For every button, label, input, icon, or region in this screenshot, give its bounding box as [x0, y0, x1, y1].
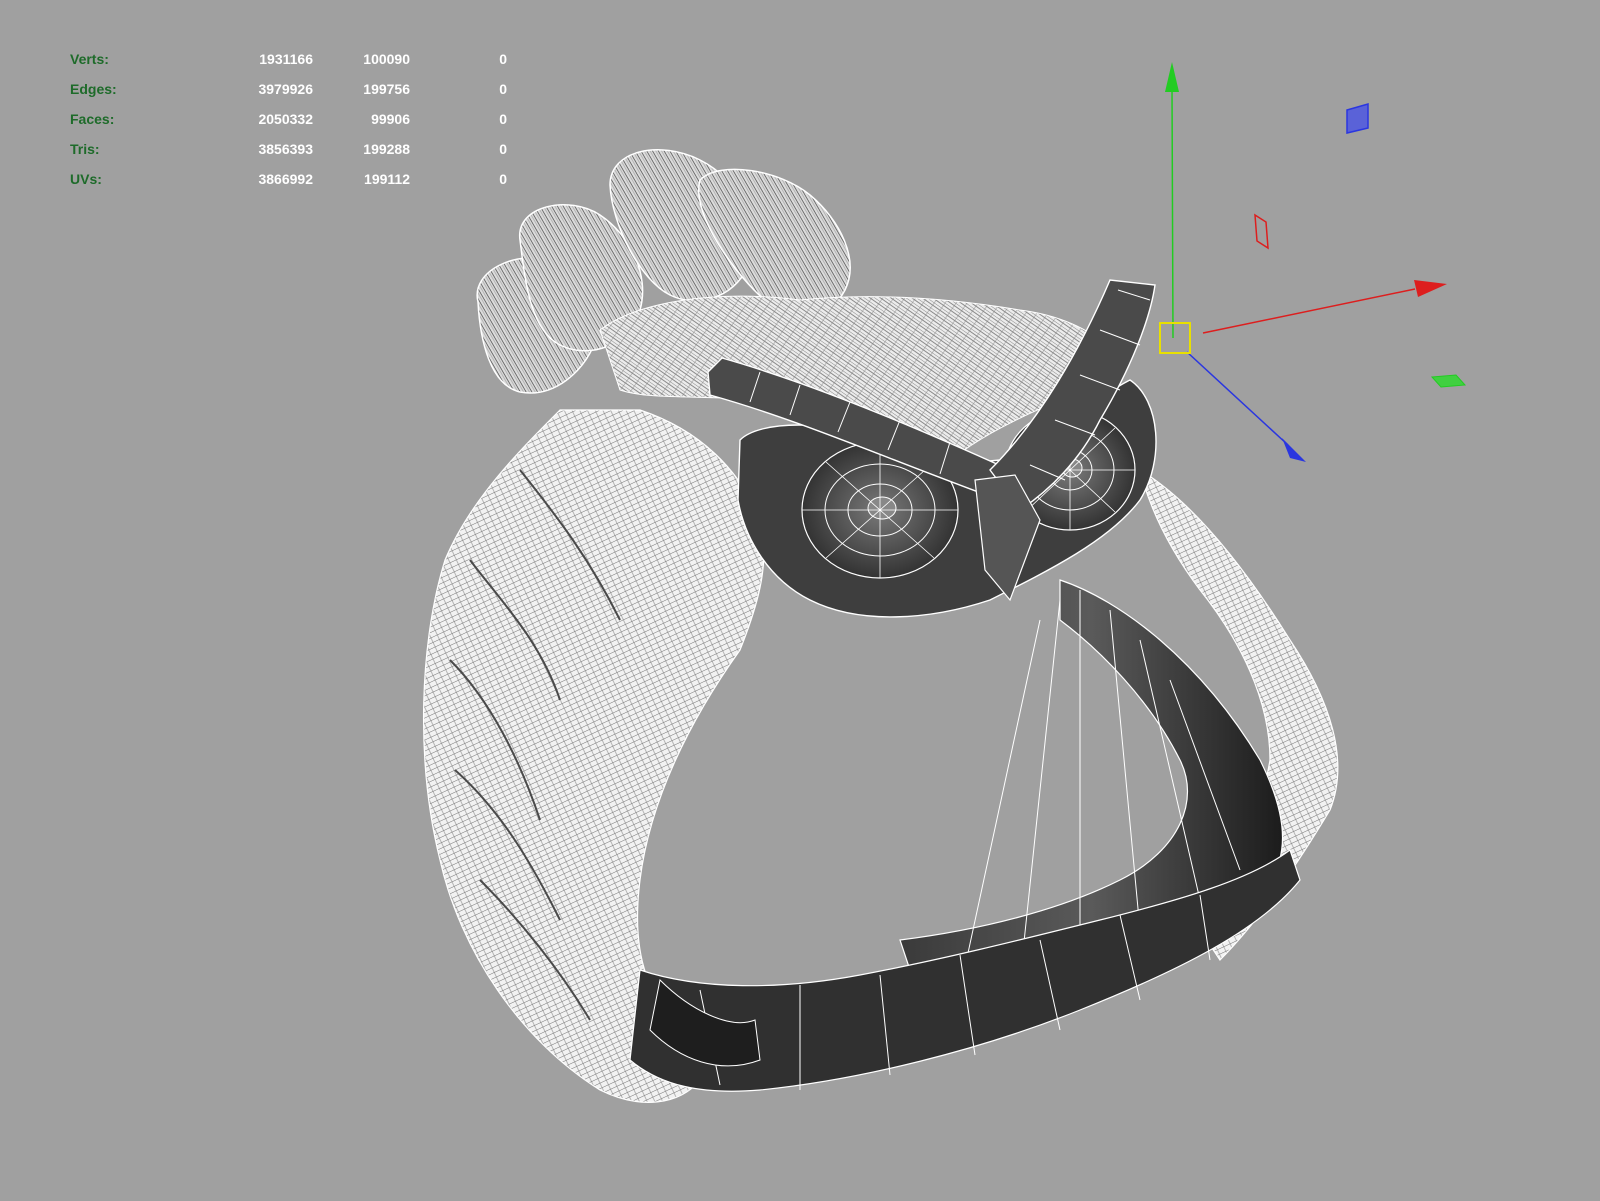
hud-row: Edges: 3979926 199756 0 — [70, 74, 507, 104]
hud-row: Faces: 2050332 99906 0 — [70, 104, 507, 134]
hud-total-value: 3979926 — [258, 81, 313, 97]
hud-third-value: 0 — [499, 51, 507, 67]
x-axis-handle[interactable] — [1202, 288, 1416, 334]
move-manipulator[interactable] — [1159, 62, 1467, 462]
hud-total-value: 3866992 — [258, 171, 313, 187]
y-axis-handle[interactable] — [1171, 87, 1174, 339]
hud-third-value: 0 — [499, 81, 507, 97]
hud-label: Tris: — [70, 141, 100, 157]
z-axis-handle[interactable] — [1186, 351, 1289, 446]
owl-ring-mesh[interactable] — [422, 149, 1339, 1103]
hud-total-value: 3856393 — [258, 141, 313, 157]
hud-selected-value: 199288 — [363, 141, 410, 157]
y-axis-arrow-icon[interactable] — [1165, 62, 1179, 92]
hud-label: Verts: — [70, 51, 109, 67]
hud-total-value: 1931166 — [259, 51, 313, 67]
hud-selected-value: 99906 — [371, 111, 410, 127]
hud-total-value: 2050332 — [258, 111, 313, 127]
xz-plane-handle[interactable] — [1430, 374, 1467, 388]
hud-label: Faces: — [70, 111, 115, 127]
z-axis-arrow-icon[interactable] — [1282, 438, 1306, 462]
hud-label: UVs: — [70, 171, 102, 187]
hud-selected-value: 100090 — [363, 51, 410, 67]
hud-third-value: 0 — [499, 141, 507, 157]
yz-plane-handle[interactable] — [1254, 213, 1269, 250]
hud-row: Tris: 3856393 199288 0 — [70, 134, 507, 164]
hud-row: UVs: 3866992 199112 0 — [70, 164, 507, 194]
hud-selected-value: 199112 — [364, 171, 410, 187]
hud-third-value: 0 — [499, 171, 507, 187]
x-axis-arrow-icon[interactable] — [1414, 280, 1447, 297]
hud-third-value: 0 — [499, 111, 507, 127]
hud-selected-value: 199756 — [363, 81, 410, 97]
hud-label: Edges: — [70, 81, 117, 97]
hud-row: Verts: 1931166 100090 0 — [70, 44, 507, 74]
pivot-center-handle[interactable] — [1159, 322, 1191, 354]
xy-plane-handle[interactable] — [1346, 103, 1369, 134]
heads-up-display-poly-count: Verts: 1931166 100090 0 Edges: 3979926 199756 0… — [70, 44, 507, 194]
